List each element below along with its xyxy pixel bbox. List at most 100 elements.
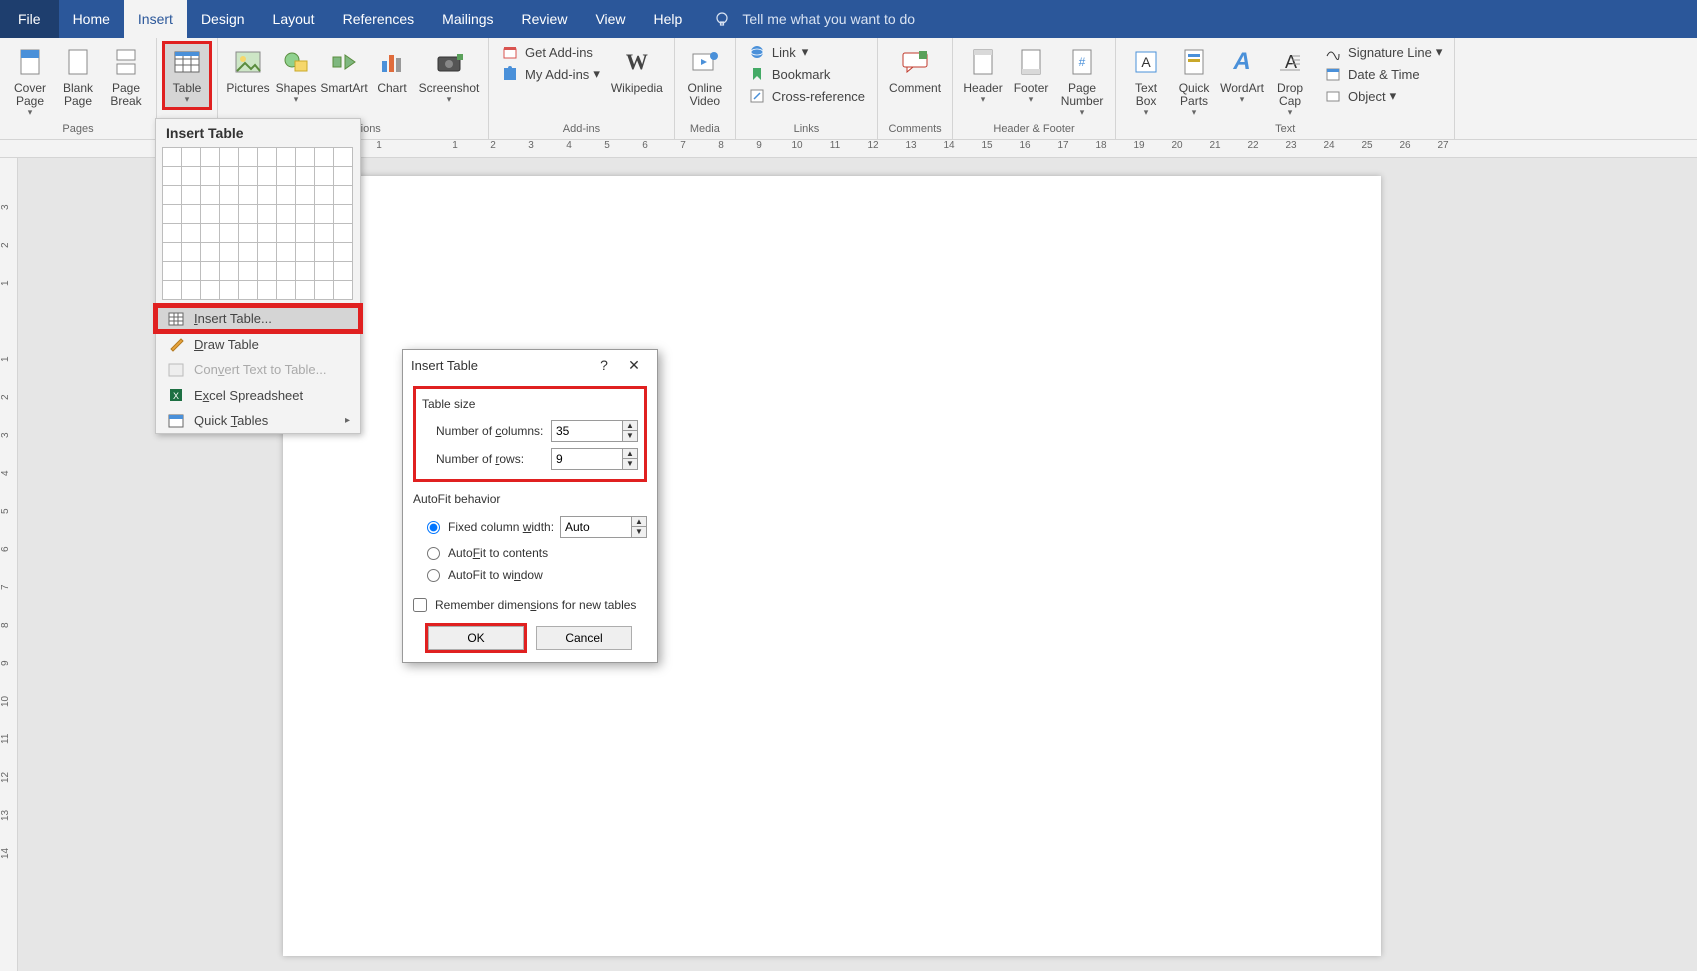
blank-page-button[interactable]: Blank Page: [54, 42, 102, 112]
tab-help[interactable]: Help: [640, 0, 697, 38]
text-box-button[interactable]: A Text Box▾: [1122, 42, 1170, 122]
rows-spin-down[interactable]: ▼: [623, 459, 637, 469]
menu-excel-spreadsheet[interactable]: X Excel Spreadsheet: [156, 382, 360, 408]
cover-page-icon: [18, 46, 42, 78]
menu-draw-table[interactable]: Draw Table: [156, 331, 360, 357]
online-video-button[interactable]: Online Video: [681, 42, 729, 112]
object-button[interactable]: Object▾: [1318, 86, 1448, 106]
tab-layout[interactable]: Layout: [259, 0, 329, 38]
pictures-button[interactable]: Pictures: [224, 42, 272, 99]
bookmark-icon: [748, 66, 766, 82]
table-size-legend: Table size: [422, 393, 638, 417]
get-addins-button[interactable]: Get Add-ins: [495, 42, 606, 62]
table-grid-picker[interactable]: [156, 147, 360, 306]
cover-page-button[interactable]: Cover Page▾: [6, 42, 54, 122]
tab-references[interactable]: References: [329, 0, 429, 38]
autofit-legend: AutoFit behavior: [413, 488, 647, 512]
textbox-icon: A: [1134, 46, 1158, 78]
group-text: A Text Box▾ Quick Parts▾ A WordArt▾ A Dr…: [1116, 38, 1455, 139]
tab-design[interactable]: Design: [187, 0, 259, 38]
pencil-icon: [166, 336, 186, 352]
header-button[interactable]: Header▾: [959, 42, 1007, 109]
link-button[interactable]: Link▾: [742, 42, 871, 62]
wikipedia-button[interactable]: W Wikipedia: [606, 42, 668, 99]
signature-line-button[interactable]: Signature Line▾: [1318, 42, 1448, 62]
pictures-icon: [235, 46, 261, 78]
width-spin-down[interactable]: ▼: [632, 527, 646, 537]
table-size-section: Table size Number of columns: ▲▼ Number …: [413, 386, 647, 482]
date-time-button[interactable]: Date & Time: [1318, 64, 1448, 84]
menu-quick-tables[interactable]: Quick Tables ▸: [156, 408, 360, 433]
submenu-arrow-icon: ▸: [345, 415, 350, 426]
excel-icon: X: [166, 387, 186, 403]
page-break-button[interactable]: Page Break: [102, 42, 150, 112]
shapes-icon: [283, 46, 309, 78]
rows-spin-up[interactable]: ▲: [623, 449, 637, 459]
tab-file[interactable]: File: [0, 0, 59, 38]
svg-text:A: A: [1285, 52, 1297, 72]
table-button[interactable]: Table▾: [163, 42, 211, 109]
dialog-titlebar[interactable]: Insert Table ? ✕: [403, 350, 657, 380]
quick-parts-button[interactable]: Quick Parts▾: [1170, 42, 1218, 122]
num-columns-input[interactable]: [551, 420, 623, 442]
tab-mailings[interactable]: Mailings: [428, 0, 507, 38]
num-rows-label: Number of rows:: [436, 452, 551, 466]
tab-view[interactable]: View: [581, 0, 639, 38]
fixed-width-radio[interactable]: [427, 521, 440, 534]
num-rows-input[interactable]: [551, 448, 623, 470]
footer-button[interactable]: Footer▾: [1007, 42, 1055, 109]
tell-me-search[interactable]: Tell me what you want to do: [714, 11, 915, 27]
autofit-contents-radio[interactable]: [427, 547, 440, 560]
drop-cap-button[interactable]: A Drop Cap▾: [1266, 42, 1314, 122]
bookmark-button[interactable]: Bookmark: [742, 64, 871, 84]
cancel-button[interactable]: Cancel: [536, 626, 632, 650]
group-pages: Cover Page▾ Blank Page Page Break Pages: [0, 38, 157, 139]
tab-home[interactable]: Home: [59, 0, 124, 38]
shapes-button[interactable]: Shapes▾: [272, 42, 320, 109]
fixed-width-input[interactable]: [560, 516, 632, 538]
header-icon: [971, 46, 995, 78]
group-label-pages: Pages: [6, 123, 150, 139]
video-icon: [691, 46, 719, 78]
menu-insert-table[interactable]: Insert Table...: [156, 306, 360, 331]
remember-checkbox[interactable]: [413, 598, 427, 612]
table-small-icon: [166, 312, 186, 326]
comment-button[interactable]: Comment: [884, 42, 946, 99]
tab-review[interactable]: Review: [508, 0, 582, 38]
group-header-footer: Header▾ Footer▾ # Page Number▾ Header & …: [953, 38, 1116, 139]
dropcap-icon: A: [1278, 46, 1302, 78]
num-columns-label: Number of columns:: [436, 424, 551, 438]
lightbulb-icon: [714, 11, 730, 27]
page-break-icon: [114, 46, 138, 78]
autofit-contents-label: AutoFit to contents: [448, 546, 548, 560]
group-label-addins: Add-ins: [495, 123, 668, 139]
group-addins: Get Add-ins My Add-ins ▾ W Wikipedia Add…: [489, 38, 675, 139]
ribbon-tab-bar: File Home Insert Design Layout Reference…: [0, 0, 1697, 38]
screenshot-button[interactable]: Screenshot▾: [416, 42, 482, 109]
dialog-help-button[interactable]: ?: [589, 357, 619, 373]
group-label-links: Links: [742, 123, 871, 139]
chart-button[interactable]: Chart: [368, 42, 416, 99]
smartart-button[interactable]: SmartArt: [320, 42, 368, 99]
dialog-close-button[interactable]: ✕: [619, 357, 649, 374]
ok-button[interactable]: OK: [428, 626, 524, 650]
svg-text:X: X: [173, 391, 179, 401]
group-links: Link▾ Bookmark Cross-reference Links: [736, 38, 878, 139]
wordart-icon: A: [1233, 46, 1250, 78]
group-media: Online Video Media: [675, 38, 736, 139]
calendar-icon: [1324, 66, 1342, 82]
signature-icon: [1324, 44, 1342, 60]
tab-insert[interactable]: Insert: [124, 0, 187, 38]
my-addins-button[interactable]: My Add-ins ▾: [495, 64, 606, 84]
cols-spin-down[interactable]: ▼: [623, 431, 637, 441]
chart-icon: [379, 46, 405, 78]
page-number-button[interactable]: # Page Number▾: [1055, 42, 1109, 122]
wordart-button[interactable]: A WordArt▾: [1218, 42, 1266, 109]
table-dropdown-menu: Insert Table Insert Table... Draw Table …: [155, 118, 361, 434]
footer-icon: [1019, 46, 1043, 78]
width-spin-up[interactable]: ▲: [632, 517, 646, 527]
puzzle-icon: [501, 66, 519, 82]
autofit-window-radio[interactable]: [427, 569, 440, 582]
cross-reference-button[interactable]: Cross-reference: [742, 86, 871, 106]
cols-spin-up[interactable]: ▲: [623, 421, 637, 431]
